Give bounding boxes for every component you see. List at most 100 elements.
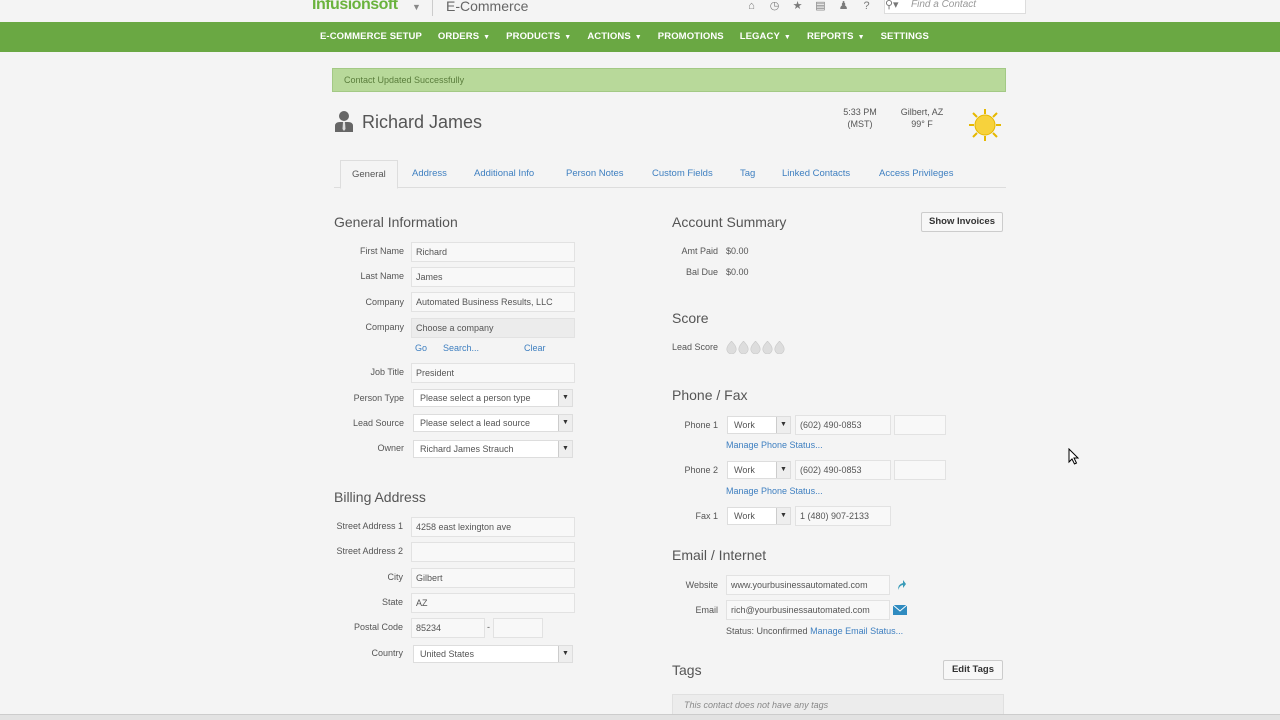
- flame-icon: [750, 340, 761, 355]
- manage-phone2-status-link[interactable]: Manage Phone Status...: [726, 486, 823, 496]
- state-field[interactable]: AZ: [411, 593, 575, 613]
- nav-actions[interactable]: ACTIONS ▼: [579, 22, 649, 52]
- fax1-type-select[interactable]: Work ▼: [727, 507, 791, 525]
- tab-additional-info[interactable]: Additional Info: [470, 160, 538, 188]
- postal-code-ext-field[interactable]: [493, 618, 543, 638]
- infusionsoft-logo[interactable]: Infusionsoft: [312, 0, 398, 14]
- phone1-type-select[interactable]: Work ▼: [727, 416, 791, 434]
- nav-item-label: SETTINGS: [880, 31, 929, 42]
- company-clear-link[interactable]: Clear: [524, 343, 546, 353]
- time-value: 5:33 PM: [843, 107, 877, 117]
- company-label: Company: [365, 297, 404, 307]
- phone1-field[interactable]: (602) 490-0853: [795, 415, 891, 435]
- star-icon[interactable]: ★: [786, 0, 809, 14]
- phone2-ext-field[interactable]: [894, 460, 946, 480]
- nav-settings[interactable]: SETTINGS: [873, 22, 937, 52]
- search-icon: ⚲▾: [885, 0, 899, 11]
- send-email-icon[interactable]: [893, 605, 907, 615]
- show-invoices-button[interactable]: Show Invoices: [921, 212, 1003, 232]
- nav-item-label: LEGACY: [739, 31, 780, 42]
- home-icon[interactable]: ⌂: [740, 0, 763, 14]
- clock-icon[interactable]: ◷: [763, 0, 786, 14]
- first-name-field[interactable]: Richard: [411, 242, 575, 262]
- email-field[interactable]: rich@yourbusinessautomated.com: [726, 600, 890, 620]
- owner-select[interactable]: Richard James Strauch ▼: [413, 440, 573, 458]
- tab-access-privileges[interactable]: Access Privileges: [875, 160, 957, 188]
- company-go-link[interactable]: Go: [415, 343, 427, 353]
- last-name-label: Last Name: [360, 271, 404, 281]
- tab-general[interactable]: General: [340, 160, 398, 189]
- phone1-ext-field[interactable]: [894, 415, 946, 435]
- last-name-field[interactable]: James: [411, 267, 575, 287]
- choose-company-field[interactable]: Choose a company: [411, 318, 575, 338]
- job-title-field[interactable]: President: [411, 363, 575, 383]
- email-internet-heading: Email / Internet: [672, 547, 767, 563]
- edit-tags-button[interactable]: Edit Tags: [943, 660, 1003, 680]
- app-switcher-chevron-icon[interactable]: ▼: [412, 2, 421, 12]
- dropdown-arrow-icon: ▼: [558, 390, 572, 406]
- phone-fax-heading: Phone / Fax: [672, 387, 748, 403]
- nav-orders[interactable]: ORDERS ▼: [430, 22, 498, 52]
- website-label: Website: [685, 580, 718, 590]
- local-time: 5:33 PM (MST): [840, 106, 880, 130]
- bottom-scroll-area: [0, 714, 1280, 720]
- postal-code-label: Postal Code: [353, 622, 403, 632]
- postal-code-field[interactable]: 85234: [411, 618, 485, 638]
- company-field[interactable]: Automated Business Results, LLC: [411, 292, 575, 312]
- flame-icon: [726, 340, 737, 355]
- dropdown-arrow-icon: ▼: [776, 508, 790, 524]
- country-select[interactable]: United States ▼: [413, 645, 573, 663]
- chevron-down-icon: ▼: [564, 34, 572, 41]
- nav-promotions[interactable]: PROMOTIONS: [650, 22, 732, 52]
- search-placeholder: Find a Contact: [911, 0, 977, 10]
- user-icon[interactable]: ♟: [832, 0, 855, 14]
- flame-icon: [738, 340, 749, 355]
- manage-phone1-status-link[interactable]: Manage Phone Status...: [726, 440, 823, 450]
- help-icon[interactable]: ?: [855, 0, 878, 14]
- chevron-down-icon: ▼: [857, 34, 865, 41]
- billing-address-heading: Billing Address: [334, 489, 426, 505]
- top-bar: Infusionsoft ▼ E-Commerce ⌂ ◷ ★ ▤ ♟ ? ⚲▾…: [0, 0, 1280, 22]
- email-status-label: Status:: [726, 626, 755, 636]
- dropdown-arrow-icon: ▼: [558, 646, 572, 662]
- weather-info: Gilbert, AZ 99° F: [896, 106, 948, 130]
- postal-separator: -: [487, 622, 490, 632]
- street2-label: Street Address 2: [336, 546, 403, 556]
- nav-legacy[interactable]: LEGACY ▼: [732, 22, 799, 52]
- street1-field[interactable]: 4258 east lexington ave: [411, 517, 575, 537]
- fax1-label: Fax 1: [695, 511, 718, 521]
- nav-reports[interactable]: REPORTS ▼: [799, 22, 873, 52]
- phone2-field[interactable]: (602) 490-0853: [795, 460, 891, 480]
- main-nav: E-COMMERCE SETUP ORDERS ▼ PRODUCTS ▼ ACTIONS ▼…: [0, 22, 1280, 52]
- lead-score-flames: [726, 340, 785, 355]
- tab-custom-fields[interactable]: Custom Fields: [648, 160, 717, 188]
- nav-item-label: PROMOTIONS: [657, 31, 724, 42]
- success-alert: Contact Updated Successfully: [332, 68, 1006, 92]
- fax1-field[interactable]: 1 (480) 907-2133: [795, 506, 891, 526]
- website-field[interactable]: www.yourbusinessautomated.com: [726, 575, 890, 595]
- nav-e-commerce-setup[interactable]: E-COMMERCE SETUP: [312, 22, 430, 52]
- score-heading: Score: [672, 310, 709, 326]
- list-icon[interactable]: ▤: [809, 0, 832, 14]
- manage-email-status-link[interactable]: Manage Email Status...: [810, 626, 903, 636]
- phone2-type-value: Work: [734, 465, 755, 475]
- tab-person-notes[interactable]: Person Notes: [562, 160, 628, 188]
- nav-item-label: REPORTS: [806, 31, 854, 42]
- city-field[interactable]: Gilbert: [411, 568, 575, 588]
- nav-products[interactable]: PRODUCTS ▼: [498, 22, 579, 52]
- person-type-value: Please select a person type: [420, 393, 531, 403]
- tab-linked-contacts[interactable]: Linked Contacts: [778, 160, 854, 188]
- phone1-label: Phone 1: [684, 420, 718, 430]
- amt-paid-value: $0.00: [726, 246, 749, 256]
- owner-label: Owner: [377, 443, 404, 453]
- find-contact-search[interactable]: ⚲▾ Find a Contact: [884, 0, 1026, 14]
- street2-field[interactable]: [411, 542, 575, 562]
- open-website-arrow-icon[interactable]: [896, 579, 906, 591]
- tab-address[interactable]: Address: [408, 160, 451, 188]
- dropdown-arrow-icon: ▼: [558, 415, 572, 431]
- company-search-link[interactable]: Search...: [443, 343, 479, 353]
- phone2-type-select[interactable]: Work ▼: [727, 461, 791, 479]
- lead-source-select[interactable]: Please select a lead source ▼: [413, 414, 573, 432]
- tab-tag[interactable]: Tag: [736, 160, 759, 188]
- person-type-select[interactable]: Please select a person type ▼: [413, 389, 573, 407]
